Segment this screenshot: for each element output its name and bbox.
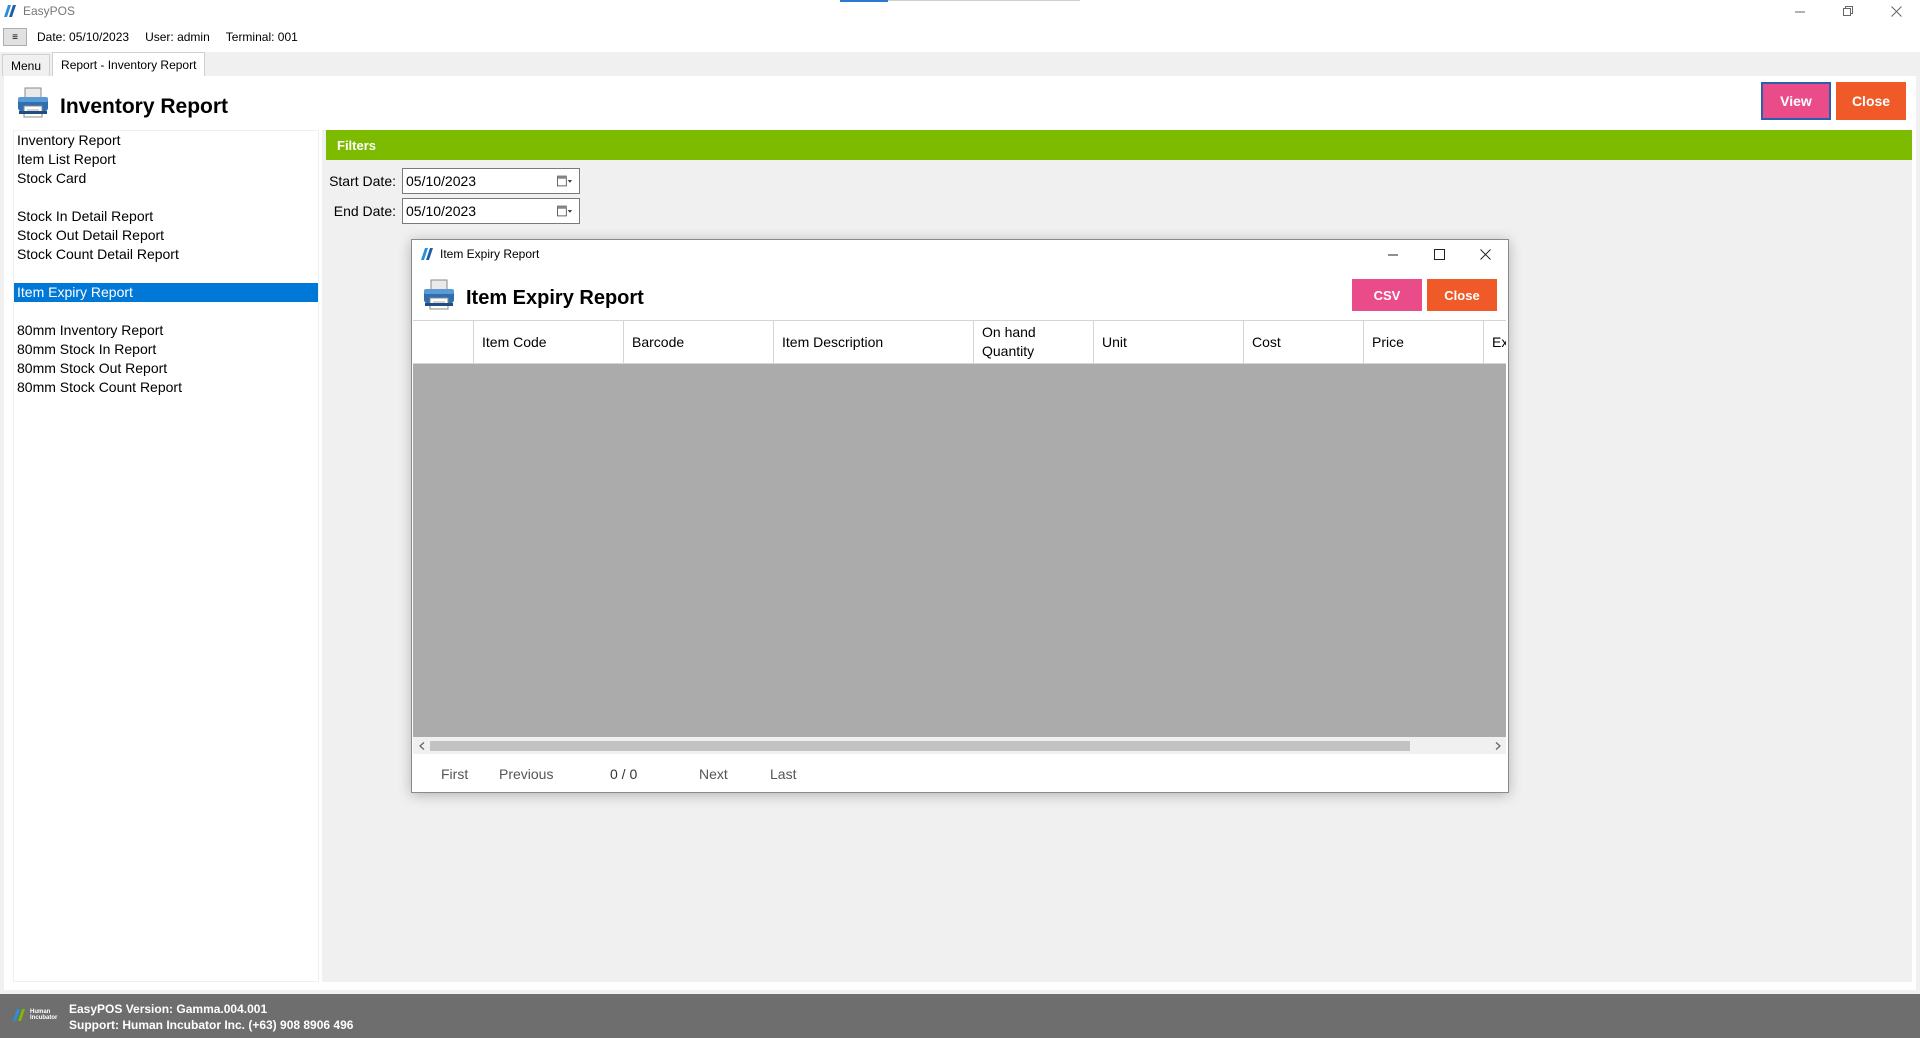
window-titlebar: EasyPOS <box>0 0 1920 22</box>
dialog-header: Item Expiry Report <box>422 278 644 312</box>
first-page-button[interactable]: First <box>441 766 468 782</box>
start-date-picker[interactable]: 05/10/2023 <box>402 168 580 194</box>
calendar-dropdown-icon[interactable] <box>557 174 573 188</box>
tab-inventory-report[interactable]: Report - Inventory Report <box>52 52 206 76</box>
scroll-left-icon[interactable] <box>413 737 430 754</box>
sidebar-item-inventory-report[interactable]: Inventory Report <box>14 131 318 150</box>
start-date-row: Start Date: 05/10/2023 <box>322 168 580 194</box>
titlebar-divider <box>888 0 1080 1</box>
easypos-logo-icon <box>421 248 433 260</box>
tab-strip: Menu Report - Inventory Report <box>0 52 1920 76</box>
sidebar-item-item-list-report[interactable]: Item List Report <box>14 150 318 169</box>
dialog-close-button[interactable]: Close <box>1427 279 1497 311</box>
human-incubator-logo-icon <box>13 1009 25 1021</box>
minimize-icon[interactable] <box>1370 240 1416 268</box>
column-header-on-hand-quantity[interactable]: On hand Quantity <box>974 321 1094 363</box>
grid-header: Item Code Barcode Item Description On ha… <box>413 320 1506 364</box>
sidebar-item-80mm-inventory-report[interactable]: 80mm Inventory Report <box>14 321 318 340</box>
sidebar-item-80mm-stock-in-report[interactable]: 80mm Stock In Report <box>14 340 318 359</box>
titlebar-accent <box>840 0 888 2</box>
info-bar: ≡ Date: 05/10/2023 User: admin Terminal:… <box>0 22 1920 52</box>
dialog-titlebar: Item Expiry Report <box>412 240 1508 268</box>
end-date-label: End Date: <box>333 203 396 219</box>
printer-icon <box>424 279 454 310</box>
column-header-expiry[interactable]: Ex <box>1484 321 1506 363</box>
filters-header: Filters <box>326 130 1912 160</box>
status-footer: Human Incubator EasyPOS Version: Gamma.0… <box>0 994 1920 1038</box>
restore-icon[interactable] <box>1824 0 1872 22</box>
end-date-picker[interactable]: 05/10/2023 <box>402 198 580 224</box>
terminal-number: Terminal: 001 <box>225 30 298 44</box>
item-expiry-report-dialog: Item Expiry Report Item Expiry Report CS… <box>411 239 1509 793</box>
end-date-row: End Date: 05/10/2023 <box>322 198 580 224</box>
column-header-price[interactable]: Price <box>1364 321 1484 363</box>
maximize-icon[interactable] <box>1416 240 1462 268</box>
dialog-window-title: Item Expiry Report <box>440 247 540 261</box>
app-title: EasyPOS <box>23 4 76 18</box>
sidebar-item-stock-in-detail-report[interactable]: Stock In Detail Report <box>14 207 318 226</box>
previous-page-button[interactable]: Previous <box>499 766 553 782</box>
page-title: Inventory Report <box>60 95 229 118</box>
dialog-title: Item Expiry Report <box>466 286 644 309</box>
sidebar-item-item-expiry-report[interactable]: Item Expiry Report <box>14 283 318 302</box>
page-header: Inventory Report <box>16 86 228 120</box>
page-count: 0 / 0 <box>610 766 638 782</box>
scroll-right-icon[interactable] <box>1489 737 1506 754</box>
human-incubator-logo: Human Incubator <box>12 1008 60 1022</box>
last-page-button[interactable]: Last <box>770 766 796 782</box>
report-list: Inventory Report Item List Report Stock … <box>13 130 319 982</box>
version-text: EasyPOS Version: Gamma.004.001 <box>69 1002 268 1016</box>
current-date: Date: 05/10/2023 <box>37 30 130 44</box>
sidebar-item-80mm-stock-count-report[interactable]: 80mm Stock Count Report <box>14 378 318 397</box>
column-header-unit[interactable]: Unit <box>1094 321 1244 363</box>
column-header-barcode[interactable]: Barcode <box>624 321 774 363</box>
end-date-value: 05/10/2023 <box>406 203 477 219</box>
logo-text: Human Incubator <box>30 1009 58 1021</box>
column-header-item-code[interactable]: Item Code <box>474 321 624 363</box>
menu-toggle-button[interactable]: ≡ <box>3 28 27 46</box>
calendar-dropdown-icon[interactable] <box>557 204 573 218</box>
column-header-selector[interactable] <box>413 321 474 363</box>
easypos-logo-icon <box>4 5 16 17</box>
scrollbar-thumb[interactable] <box>430 741 1410 751</box>
tab-menu[interactable]: Menu <box>2 54 51 76</box>
column-header-item-description[interactable]: Item Description <box>774 321 974 363</box>
view-button[interactable]: View <box>1761 82 1831 120</box>
start-date-value: 05/10/2023 <box>406 173 477 189</box>
column-header-cost[interactable]: Cost <box>1244 321 1364 363</box>
sidebar-item-stock-card[interactable]: Stock Card <box>14 169 318 188</box>
csv-button[interactable]: CSV <box>1352 279 1422 311</box>
support-text: Support: Human Incubator Inc. (+63) 908 … <box>69 1018 354 1032</box>
close-window-icon[interactable] <box>1872 0 1920 22</box>
sidebar-item-stock-count-detail-report[interactable]: Stock Count Detail Report <box>14 245 318 264</box>
grid-body[interactable] <box>413 364 1506 737</box>
printer-icon <box>18 87 48 118</box>
start-date-label: Start Date: <box>329 173 396 189</box>
close-button[interactable]: Close <box>1836 82 1906 120</box>
minimize-icon[interactable] <box>1776 0 1824 22</box>
pager: First Previous 0 / 0 Next Last <box>412 754 1508 794</box>
current-user: User: admin <box>145 30 210 44</box>
next-page-button[interactable]: Next <box>699 766 728 782</box>
sidebar-item-stock-out-detail-report[interactable]: Stock Out Detail Report <box>14 226 318 245</box>
sidebar-item-80mm-stock-out-report[interactable]: 80mm Stock Out Report <box>14 359 318 378</box>
horizontal-scrollbar[interactable] <box>413 737 1506 754</box>
close-window-icon[interactable] <box>1462 240 1508 268</box>
